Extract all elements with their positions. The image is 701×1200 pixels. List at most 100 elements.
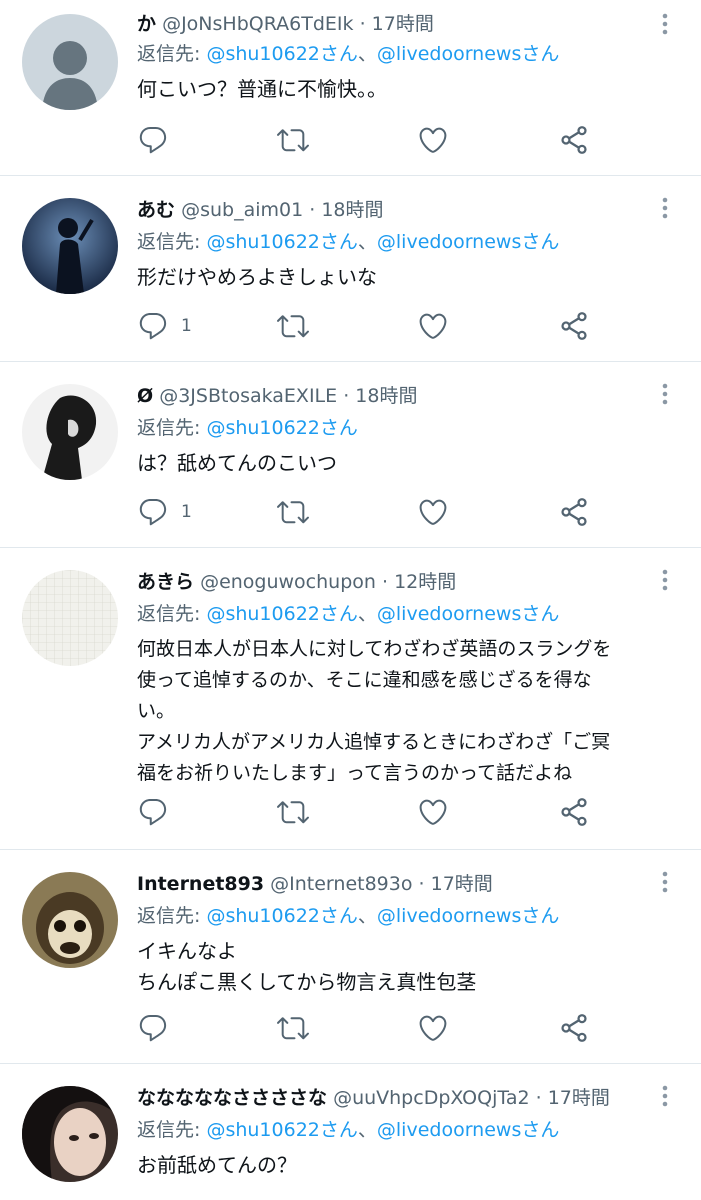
- timestamp[interactable]: 17時間: [372, 13, 434, 35]
- reply-button[interactable]: 1: [137, 308, 192, 344]
- reply-to-line: 返信先: @shu10622さん、@livedoornewsさん: [137, 1116, 681, 1144]
- more-options-icon[interactable]: [657, 1084, 673, 1108]
- timestamp[interactable]: 12時間: [394, 571, 456, 593]
- retweet-button[interactable]: [277, 308, 309, 344]
- display-name[interactable]: あむ: [137, 199, 175, 221]
- tweet[interactable]: あきら @enoguwochupon · 12時間 返信先: @shu10622…: [0, 548, 701, 850]
- tweet[interactable]: か @JoNsHbQRA6TdEIk · 17時間 返信先: @shu10622…: [0, 0, 701, 176]
- reply-icon: [139, 126, 167, 154]
- user-handle[interactable]: @enoguwochupon: [200, 571, 376, 593]
- retweet-button[interactable]: [277, 794, 309, 830]
- like-button[interactable]: [417, 122, 449, 158]
- like-button[interactable]: [417, 494, 449, 530]
- heart-icon: [419, 1015, 447, 1041]
- mention-link[interactable]: @livedoornewsさん: [377, 231, 559, 253]
- mention-link[interactable]: @shu10622さん: [206, 905, 357, 927]
- heart-icon: [419, 313, 447, 339]
- separator-dot: ·: [309, 199, 316, 221]
- default-profile-icon: [22, 14, 118, 110]
- separator-dot: ·: [382, 571, 389, 593]
- mention-link[interactable]: @shu10622さん: [206, 231, 357, 253]
- share-icon: [561, 798, 587, 826]
- tweet[interactable]: Internet893 @Internet893o · 17時間 返信先: @s…: [0, 850, 701, 1064]
- tweet-text: 何こいつ？普通に不愉快。。: [137, 77, 387, 101]
- share-button[interactable]: [558, 494, 590, 530]
- avatar[interactable]: [22, 384, 118, 480]
- mention-separator: 、: [357, 231, 377, 253]
- tweet-text: は？舐めてんのこいつ: [137, 451, 337, 475]
- avatar[interactable]: [22, 14, 118, 110]
- avatar[interactable]: [22, 198, 118, 294]
- share-button[interactable]: [558, 1010, 590, 1046]
- mention-link[interactable]: @shu10622さん: [206, 1119, 357, 1141]
- display-name[interactable]: Ø: [137, 385, 153, 407]
- mention-link[interactable]: @livedoornewsさん: [377, 1119, 559, 1141]
- share-button[interactable]: [558, 794, 590, 830]
- like-button[interactable]: [417, 794, 449, 830]
- reply-to-label: 返信先:: [137, 231, 207, 253]
- reply-button[interactable]: [137, 122, 181, 158]
- heart-icon: [419, 799, 447, 825]
- retweet-icon: [277, 1017, 309, 1040]
- display-name[interactable]: Internet893: [137, 873, 264, 895]
- timestamp[interactable]: 17時間: [548, 1087, 610, 1109]
- timestamp[interactable]: 18時間: [321, 199, 383, 221]
- display-name[interactable]: か: [137, 13, 156, 35]
- like-button[interactable]: [417, 308, 449, 344]
- tweet[interactable]: Ø @3JSBtosakaEXILE · 18時間 返信先: @shu10622…: [0, 362, 701, 548]
- retweet-button[interactable]: [277, 1010, 309, 1046]
- retweet-icon: [277, 129, 309, 152]
- share-button[interactable]: [558, 308, 590, 344]
- timestamp[interactable]: 17時間: [431, 873, 493, 895]
- share-button[interactable]: [558, 122, 590, 158]
- avatar[interactable]: [22, 872, 118, 968]
- avatar[interactable]: [22, 1086, 118, 1182]
- user-handle[interactable]: @JoNsHbQRA6TdEIk: [162, 13, 353, 35]
- reply-button[interactable]: [137, 794, 181, 830]
- more-options-icon[interactable]: [657, 568, 673, 592]
- tweet-header: あむ @sub_aim01 · 18時間: [137, 196, 651, 224]
- user-handle[interactable]: @Internet893o: [270, 873, 412, 895]
- reply-icon: [139, 798, 167, 826]
- display-name[interactable]: なななななささささな: [137, 1087, 327, 1109]
- tweet[interactable]: なななななささささな @uuVhpcDpXOQjTa2 · 17時間 返信先: …: [0, 1064, 701, 1200]
- reply-to-line: 返信先: @shu10622さん、@livedoornewsさん: [137, 902, 681, 930]
- tweet-header: か @JoNsHbQRA6TdEIk · 17時間: [137, 10, 651, 38]
- mention-link[interactable]: @livedoornewsさん: [377, 43, 559, 65]
- more-options-icon[interactable]: [657, 382, 673, 406]
- mention-link[interactable]: @livedoornewsさん: [377, 905, 559, 927]
- reply-button[interactable]: [137, 1010, 181, 1046]
- display-name[interactable]: あきら: [137, 571, 194, 593]
- reply-button[interactable]: 1: [137, 494, 192, 530]
- retweet-button[interactable]: [277, 122, 309, 158]
- mention-link[interactable]: @shu10622さん: [206, 43, 357, 65]
- mention-separator: 、: [357, 1119, 377, 1141]
- share-icon: [561, 1014, 587, 1042]
- more-options-icon[interactable]: [657, 12, 673, 36]
- user-handle[interactable]: @sub_aim01: [181, 199, 303, 221]
- tweet[interactable]: あむ @sub_aim01 · 18時間 返信先: @shu10622さん、@l…: [0, 176, 701, 362]
- like-button[interactable]: [417, 1010, 449, 1046]
- mention-link[interactable]: @shu10622さん: [206, 417, 357, 439]
- tweet-text: 形だけやめろよきしょいな: [137, 265, 377, 289]
- heart-icon: [419, 127, 447, 153]
- more-options-icon[interactable]: [657, 196, 673, 220]
- separator-dot: ·: [418, 873, 425, 895]
- reply-to-line: 返信先: @shu10622さん、@livedoornewsさん: [137, 228, 681, 256]
- retweet-button[interactable]: [277, 494, 309, 530]
- reply-icon: [139, 498, 167, 526]
- reply-count: 1: [181, 502, 192, 522]
- share-icon: [561, 312, 587, 340]
- user-handle[interactable]: @uuVhpcDpXOQjTa2: [333, 1087, 530, 1109]
- user-handle[interactable]: @3JSBtosakaEXILE: [159, 385, 337, 407]
- more-options-icon[interactable]: [657, 870, 673, 894]
- reply-icon: [139, 1014, 167, 1042]
- tweet-actions: [0, 122, 701, 158]
- reply-icon: [139, 312, 167, 340]
- mention-link[interactable]: @shu10622さん: [206, 603, 357, 625]
- tweet-header: Ø @3JSBtosakaEXILE · 18時間: [137, 382, 651, 410]
- avatar[interactable]: [22, 570, 118, 666]
- timestamp[interactable]: 18時間: [355, 385, 417, 407]
- reply-to-label: 返信先:: [137, 417, 207, 439]
- mention-link[interactable]: @livedoornewsさん: [377, 603, 559, 625]
